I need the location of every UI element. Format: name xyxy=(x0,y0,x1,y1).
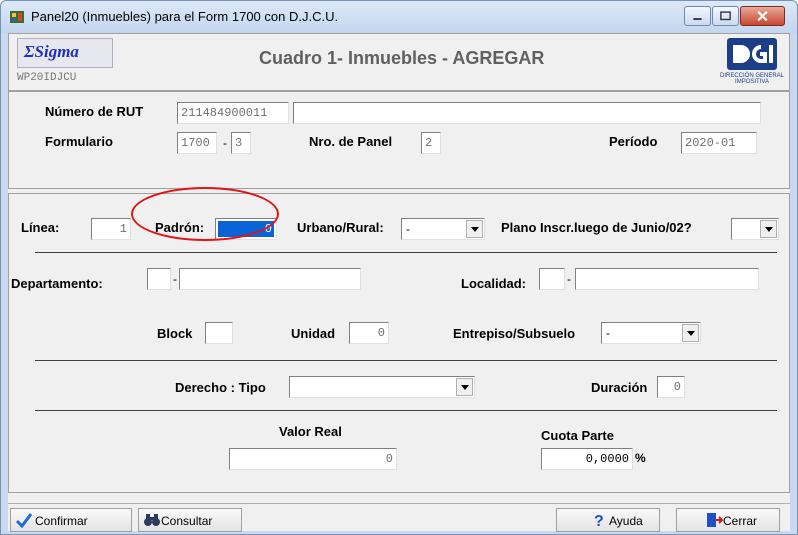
title-bar[interactable]: Panel20 (Inmuebles) para el Form 1700 co… xyxy=(1,1,797,33)
close-icon xyxy=(757,11,768,22)
panel-label: Nro. de Panel xyxy=(309,134,393,149)
periodo-label: Período xyxy=(609,134,658,149)
plano-select[interactable] xyxy=(731,218,779,240)
maximize-icon xyxy=(720,11,731,21)
panel-field: 2 xyxy=(421,132,441,154)
entrepiso-value: - xyxy=(606,326,610,340)
divider xyxy=(35,410,777,411)
dgi-logo: DIRECCIÓN GENERAL IMPOSITIVA xyxy=(715,36,789,88)
maximize-button[interactable] xyxy=(712,6,739,26)
localidad-code-field[interactable] xyxy=(539,268,565,290)
entrepiso-label: Entrepiso/Subsuelo xyxy=(453,326,576,341)
valor-real-label: Valor Real xyxy=(279,424,342,439)
highlight-ring xyxy=(131,187,279,241)
localidad-name-field[interactable] xyxy=(575,268,759,290)
form-code: WP20IDJCU xyxy=(17,72,77,84)
divider xyxy=(35,360,777,361)
formulario-field: 1700 xyxy=(177,132,217,154)
header-panel: ΣSigma WP20IDJCU Cuadro 1- Inmuebles - A… xyxy=(8,33,790,91)
urbano-rural-value: - xyxy=(406,222,410,236)
rut-name-field[interactable] xyxy=(293,102,761,124)
departamento-label: Departamento: xyxy=(11,276,103,291)
cerrar-button[interactable]: Cerrar xyxy=(676,508,780,532)
minimize-button[interactable] xyxy=(684,6,711,26)
window-title: Panel20 (Inmuebles) para el Form 1700 co… xyxy=(31,9,339,24)
close-button[interactable] xyxy=(740,6,785,26)
formulario-version-field: 3 xyxy=(231,132,251,154)
ayuda-label: Ayuda xyxy=(609,514,643,528)
duracion-label: Duración xyxy=(591,380,648,395)
app-window: Panel20 (Inmuebles) para el Form 1700 co… xyxy=(0,0,798,535)
svg-text:?: ? xyxy=(594,513,604,528)
identification-panel: Número de RUT 211484900011 Formulario 17… xyxy=(8,91,790,189)
app-icon xyxy=(10,11,24,23)
chevron-down-icon[interactable] xyxy=(466,220,483,238)
linea-field[interactable]: 1 xyxy=(91,218,131,240)
valor-real-field[interactable]: 0 xyxy=(229,448,397,470)
chevron-down-icon[interactable] xyxy=(456,378,473,396)
departamento-separator: - xyxy=(173,272,177,286)
binoculars-icon xyxy=(144,514,160,526)
block-label: Block xyxy=(157,326,193,341)
cuota-parte-label: Cuota Parte xyxy=(541,428,614,443)
derecho-tipo-label: Derecho : Tipo xyxy=(175,380,266,395)
exit-door-icon xyxy=(707,513,723,527)
cerrar-label: Cerrar xyxy=(723,514,758,528)
linea-label: Línea: xyxy=(21,220,60,235)
help-icon: ? xyxy=(594,513,604,528)
consultar-label: Consultar xyxy=(161,514,213,528)
unidad-field[interactable]: 0 xyxy=(349,322,389,344)
bottom-toolbar: Confirmar Consultar ? Ayuda Cerrar xyxy=(8,503,790,532)
urbano-rural-label: Urbano/Rural: xyxy=(297,220,384,235)
entrepiso-select[interactable]: - xyxy=(601,322,701,344)
dgi-logo-mark xyxy=(727,38,777,70)
formulario-label: Formulario xyxy=(45,134,113,149)
departamento-code-field[interactable] xyxy=(147,268,171,290)
sigma-logo: ΣSigma xyxy=(17,38,113,68)
periodo-field: 2020-01 xyxy=(681,132,757,154)
ayuda-button[interactable]: ? Ayuda xyxy=(556,508,660,532)
block-field[interactable] xyxy=(205,322,233,344)
main-panel: Línea: 1 Padrón: 0 Urbano/Rural: - Plano… xyxy=(8,193,790,493)
plano-label: Plano Inscr.luego de Junio/02? xyxy=(501,220,692,235)
page-title: Cuadro 1- Inmuebles - AGREGAR xyxy=(259,48,545,68)
cuota-parte-field[interactable]: 0,0000 xyxy=(541,448,633,470)
departamento-name-field[interactable] xyxy=(179,268,361,290)
sigma-logo-text: ΣSigma xyxy=(24,42,79,61)
minimize-icon xyxy=(693,18,702,20)
rut-field[interactable]: 211484900011 xyxy=(177,102,289,124)
localidad-label: Localidad: xyxy=(461,276,527,291)
divider xyxy=(35,252,777,253)
form-client-area: ΣSigma WP20IDJCU Cuadro 1- Inmuebles - A… xyxy=(8,33,790,532)
derecho-tipo-select[interactable] xyxy=(289,376,475,398)
dgi-logo-subtext: DIRECCIÓN GENERAL IMPOSITIVA xyxy=(719,73,784,85)
duracion-field[interactable]: 0 xyxy=(657,376,685,398)
chevron-down-icon[interactable] xyxy=(682,324,699,342)
unidad-label: Unidad xyxy=(291,326,336,341)
confirmar-label: Confirmar xyxy=(35,514,88,528)
rut-label: Número de RUT xyxy=(45,104,144,119)
cuota-parte-unit: % xyxy=(635,451,646,465)
confirmar-button[interactable]: Confirmar xyxy=(10,508,132,532)
chevron-down-icon[interactable] xyxy=(760,220,777,238)
consultar-button[interactable]: Consultar xyxy=(138,508,242,532)
localidad-separator: - xyxy=(567,272,571,286)
formulario-separator: - xyxy=(223,136,227,150)
urbano-rural-select[interactable]: - xyxy=(401,218,485,240)
checkmark-icon xyxy=(15,513,33,528)
